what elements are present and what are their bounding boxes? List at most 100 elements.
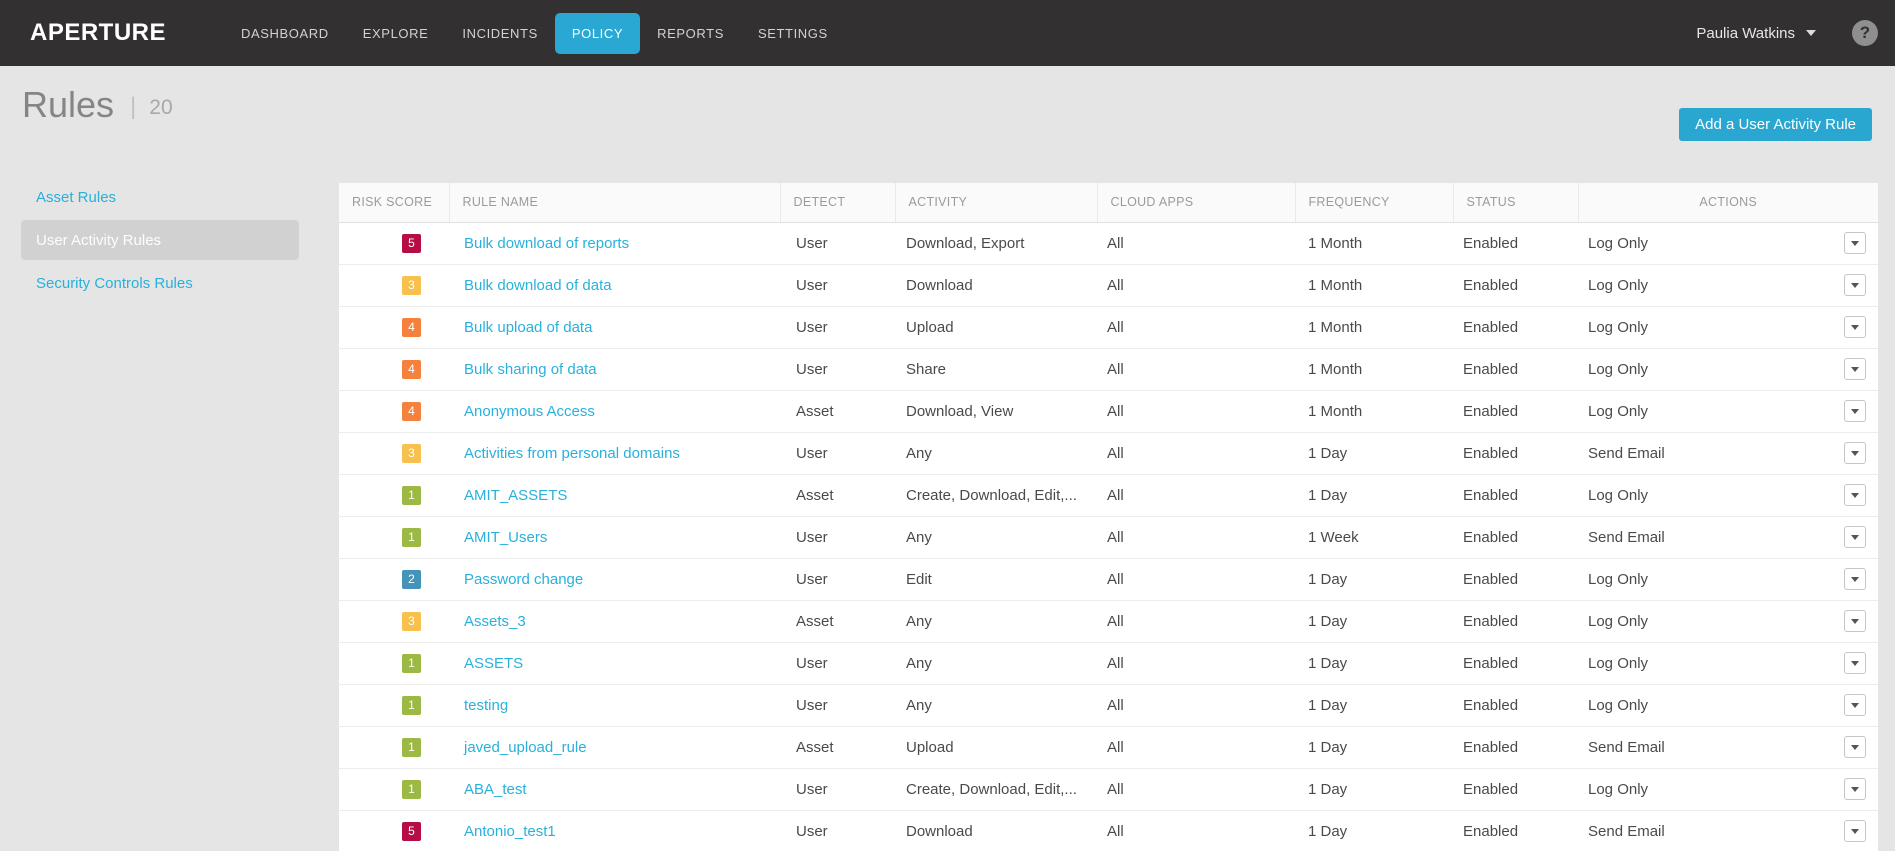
rule-name-link[interactable]: javed_upload_rule xyxy=(464,739,587,756)
rule-name-link[interactable]: Bulk download of data xyxy=(464,277,612,294)
detect-cell: User xyxy=(780,222,895,265)
status-cell: Enabled xyxy=(1453,348,1578,391)
action-label: Log Only xyxy=(1588,654,1649,672)
cloud-apps-cell: All xyxy=(1097,474,1295,517)
table-row: 1 AMIT_ASSETS Asset Create, Download, Ed… xyxy=(339,474,1878,517)
risk-score-badge: 1 xyxy=(402,695,421,715)
rule-name-link[interactable]: testing xyxy=(464,697,508,714)
risk-score-badge: 1 xyxy=(402,779,421,799)
action-dropdown-button[interactable] xyxy=(1844,232,1866,254)
table-row: 3 Assets_3 Asset Any All 1 Day Enabled L… xyxy=(339,600,1878,643)
cloud-apps-cell: All xyxy=(1097,264,1295,307)
action-label: Log Only xyxy=(1588,696,1649,714)
action-dropdown-button[interactable] xyxy=(1844,400,1866,422)
action-dropdown-button[interactable] xyxy=(1844,358,1866,380)
rule-name-link[interactable]: Bulk download of reports xyxy=(464,235,629,252)
table-header: RISK SCORE RULE NAME DETECT ACTIVITY CLO… xyxy=(339,183,1878,223)
risk-score-cell: 1 xyxy=(339,642,449,685)
action-dropdown-button[interactable] xyxy=(1844,484,1866,506)
rules-table-container: RISK SCORE RULE NAME DETECT ACTIVITY CLO… xyxy=(339,183,1878,851)
rules-table: RISK SCORE RULE NAME DETECT ACTIVITY CLO… xyxy=(339,183,1878,851)
rule-name-link[interactable]: Anonymous Access xyxy=(464,403,595,420)
rule-name-link[interactable]: Activities from personal domains xyxy=(464,445,680,462)
caret-down-icon xyxy=(1851,366,1859,372)
caret-down-icon xyxy=(1851,534,1859,540)
action-dropdown-button[interactable] xyxy=(1844,694,1866,716)
activity-cell: Any xyxy=(895,642,1097,685)
frequency-cell: 1 Day xyxy=(1295,768,1453,811)
nav-item-settings[interactable]: SETTINGS xyxy=(741,13,845,54)
status-cell: Enabled xyxy=(1453,222,1578,265)
page-header: Rules | 20 Add a User Activity Rule xyxy=(0,66,1895,183)
rule-name-link[interactable]: Bulk upload of data xyxy=(464,319,592,336)
cloud-apps-cell: All xyxy=(1097,222,1295,265)
column-header: RULE NAME xyxy=(449,183,781,223)
frequency-cell: 1 Day xyxy=(1295,600,1453,643)
rule-name-cell: Bulk download of data xyxy=(449,264,780,307)
action-dropdown-button[interactable] xyxy=(1844,778,1866,800)
column-header: ACTIONS xyxy=(1578,183,1878,223)
user-menu[interactable]: Paulia Watkins xyxy=(1696,25,1816,42)
action-label: Send Email xyxy=(1588,738,1665,756)
action-dropdown-button[interactable] xyxy=(1844,316,1866,338)
action-dropdown-button[interactable] xyxy=(1844,526,1866,548)
add-user-activity-rule-button[interactable]: Add a User Activity Rule xyxy=(1679,108,1872,141)
rule-name-cell: AMIT_Users xyxy=(449,516,780,559)
action-dropdown-button[interactable] xyxy=(1844,442,1866,464)
activity-cell: Create, Download, Edit,... xyxy=(895,474,1097,517)
actions-cell: Log Only xyxy=(1578,558,1878,601)
risk-score-badge: 1 xyxy=(402,737,421,757)
activity-cell: Any xyxy=(895,684,1097,727)
action-dropdown-button[interactable] xyxy=(1844,274,1866,296)
action-dropdown-button[interactable] xyxy=(1844,736,1866,758)
table-row: 5 Antonio_test1 User Download All 1 Day … xyxy=(339,810,1878,851)
cloud-apps-cell: All xyxy=(1097,642,1295,685)
action-label: Log Only xyxy=(1588,402,1649,420)
risk-score-cell: 1 xyxy=(339,684,449,727)
rule-name-cell: Bulk upload of data xyxy=(449,306,780,349)
rule-name-link[interactable]: Assets_3 xyxy=(464,613,526,630)
action-dropdown-button[interactable] xyxy=(1844,568,1866,590)
activity-cell: Upload xyxy=(895,726,1097,769)
action-label: Send Email xyxy=(1588,822,1665,840)
nav-item-dashboard[interactable]: DASHBOARD xyxy=(224,13,346,54)
action-dropdown-button[interactable] xyxy=(1844,610,1866,632)
cloud-apps-cell: All xyxy=(1097,306,1295,349)
rule-name-link[interactable]: Bulk sharing of data xyxy=(464,361,597,378)
sidebar-item-user-activity-rules[interactable]: User Activity Rules xyxy=(21,220,299,260)
actions-cell: Log Only xyxy=(1578,348,1878,391)
actions-cell: Send Email xyxy=(1578,432,1878,475)
rule-name-link[interactable]: ABA_test xyxy=(464,781,527,798)
frequency-cell: 1 Week xyxy=(1295,516,1453,559)
rule-name-link[interactable]: AMIT_Users xyxy=(464,529,547,546)
sidebar-item-security-controls-rules[interactable]: Security Controls Rules xyxy=(21,263,299,303)
status-cell: Enabled xyxy=(1453,600,1578,643)
rule-name-link[interactable]: Antonio_test1 xyxy=(464,823,556,840)
action-dropdown-button[interactable] xyxy=(1844,820,1866,842)
nav-item-reports[interactable]: REPORTS xyxy=(640,13,741,54)
detect-cell: User xyxy=(780,348,895,391)
caret-down-icon xyxy=(1851,828,1859,834)
frequency-cell: 1 Month xyxy=(1295,348,1453,391)
action-dropdown-button[interactable] xyxy=(1844,652,1866,674)
rule-name-cell: testing xyxy=(449,684,780,727)
nav-item-explore[interactable]: EXPLORE xyxy=(346,13,446,54)
rule-name-link[interactable]: Password change xyxy=(464,571,583,588)
rule-name-link[interactable]: AMIT_ASSETS xyxy=(464,487,567,504)
aperture-logo[interactable]: APERTURE xyxy=(30,19,166,47)
caret-down-icon xyxy=(1851,492,1859,498)
frequency-cell: 1 Month xyxy=(1295,390,1453,433)
detect-cell: User xyxy=(780,558,895,601)
help-icon[interactable]: ? xyxy=(1852,20,1878,46)
detect-cell: User xyxy=(780,432,895,475)
action-label: Send Email xyxy=(1588,528,1665,546)
cloud-apps-cell: All xyxy=(1097,768,1295,811)
sidebar-item-asset-rules[interactable]: Asset Rules xyxy=(21,177,299,217)
detect-cell: Asset xyxy=(780,726,895,769)
table-row: 1 AMIT_Users User Any All 1 Week Enabled… xyxy=(339,516,1878,559)
nav-item-incidents[interactable]: INCIDENTS xyxy=(445,13,554,54)
nav-item-policy[interactable]: POLICY xyxy=(554,12,641,54)
risk-score-badge: 3 xyxy=(402,275,421,295)
rule-name-link[interactable]: ASSETS xyxy=(464,655,523,672)
column-header: CLOUD APPS xyxy=(1097,183,1296,223)
